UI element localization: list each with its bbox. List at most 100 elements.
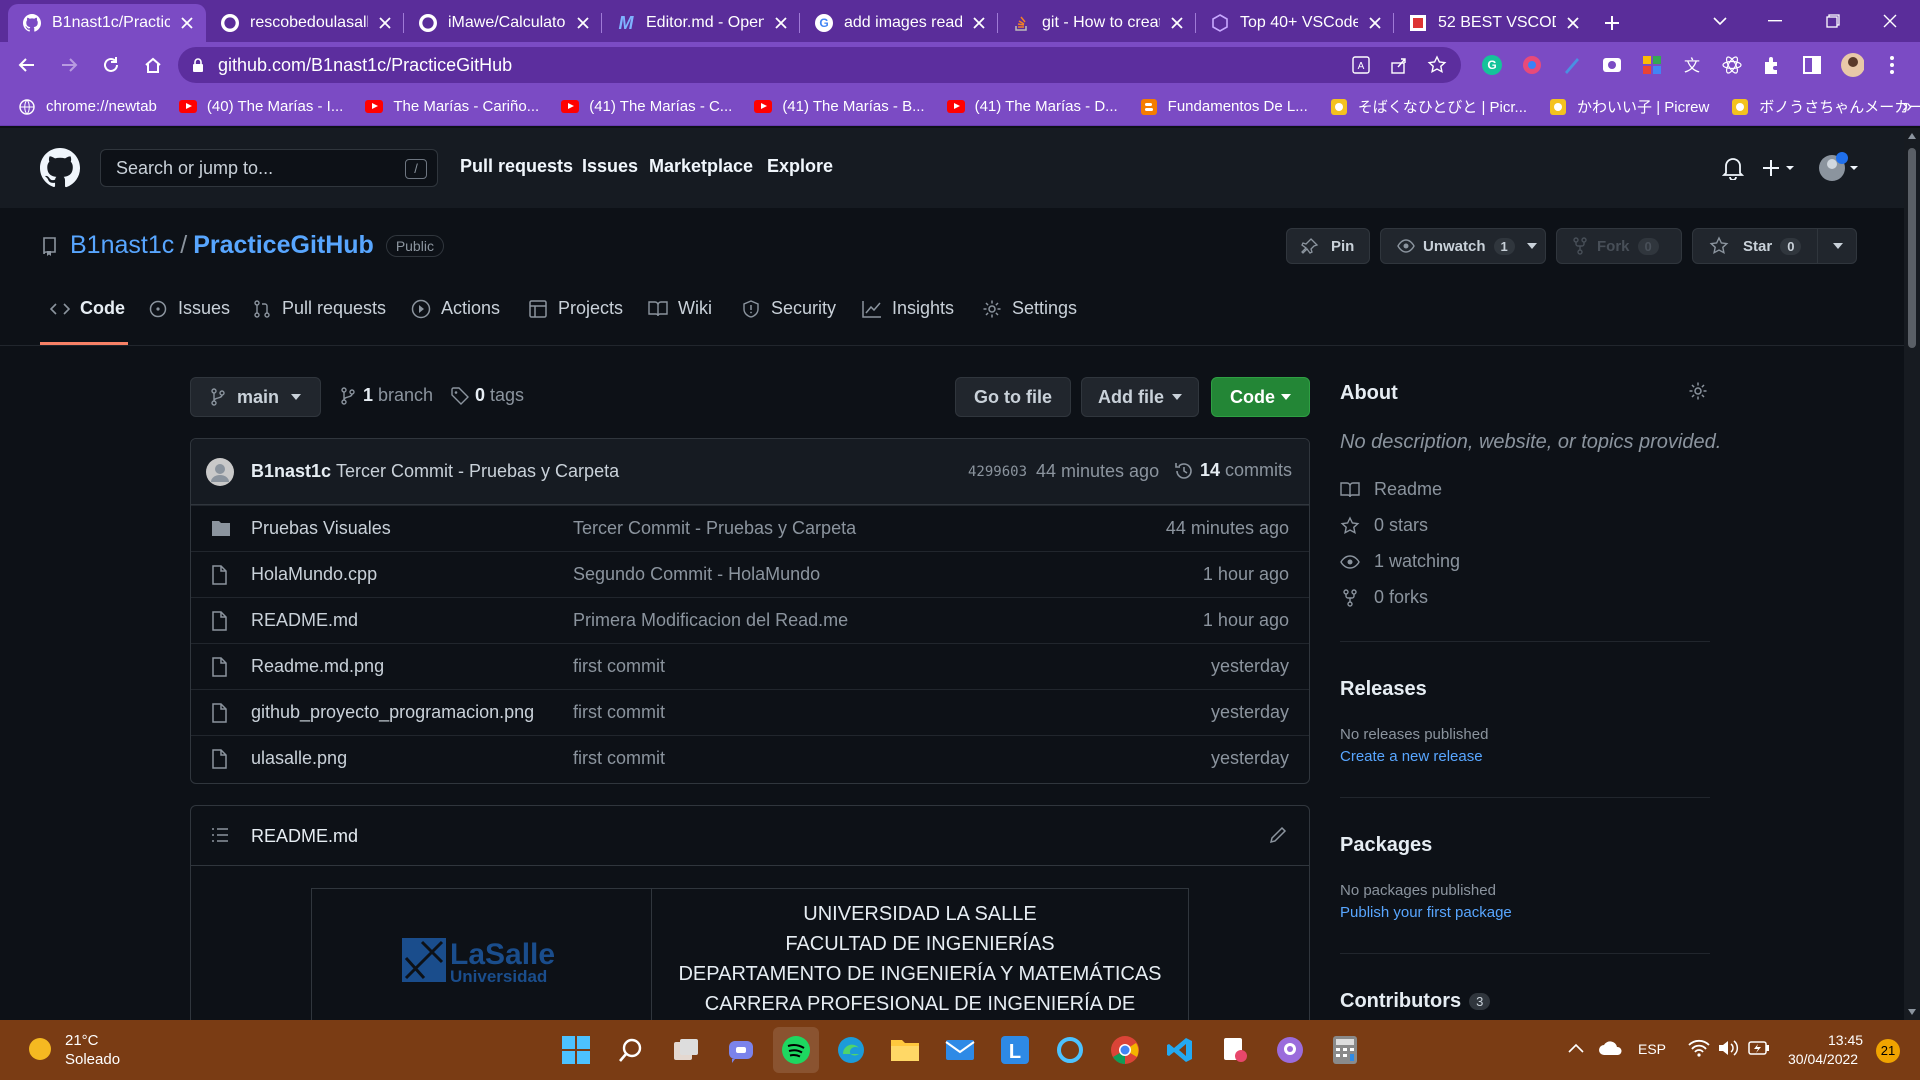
nav-explore[interactable]: Explore (767, 156, 833, 177)
publish-package-link[interactable]: Publish your first package (1340, 904, 1512, 921)
close-tab-icon[interactable] (970, 14, 988, 32)
close-tab-icon[interactable] (376, 14, 394, 32)
bookmark-item[interactable]: ボノうさちゃんメーカー... (1731, 96, 1920, 117)
stars-link[interactable]: 0 stars (1340, 515, 1428, 536)
bookmark-item[interactable]: (41) The Marías - C... (561, 98, 732, 116)
clock-time[interactable]: 13:45 (1828, 1032, 1863, 1048)
browser-tab[interactable]: 52 BEST VSCODE (1394, 4, 1592, 42)
file-row[interactable]: Readme.md.png first commit yesterday (191, 643, 1309, 689)
start-windows-icon[interactable] (556, 1030, 596, 1070)
releases-title[interactable]: Releases (1340, 678, 1427, 701)
weather-sun-icon[interactable] (28, 1037, 52, 1061)
browser-tab[interactable]: B1nast1c/PracticeGitHub (8, 4, 206, 42)
weather-temperature[interactable]: 21°C (65, 1032, 99, 1049)
extensions-puzzle-icon[interactable] (1760, 53, 1784, 77)
commit-sha[interactable]: 4299603 (968, 464, 1027, 480)
branches-link[interactable]: 1 branch (341, 385, 433, 406)
go-to-file-button[interactable]: Go to file (955, 377, 1071, 417)
bookmark-item[interactable]: The Marías - Cariño... (365, 98, 539, 116)
address-bar[interactable]: github.com/B1nast1c/PracticeGitHub A (178, 47, 1461, 83)
color-picker-icon[interactable] (1520, 53, 1544, 77)
scrollbar-thumb[interactable] (1908, 148, 1916, 348)
restore-icon[interactable] (1803, 0, 1863, 42)
file-commit-message[interactable]: Primera Modificacion del Read.me (573, 610, 848, 631)
side-panel-icon[interactable] (1800, 53, 1824, 77)
pen-icon[interactable] (1560, 53, 1584, 77)
branch-select-button[interactable]: main (190, 377, 321, 417)
close-tab-icon[interactable] (1564, 14, 1582, 32)
close-tab-icon[interactable] (178, 14, 196, 32)
file-commit-message[interactable]: Tercer Commit - Pruebas y Carpeta (573, 518, 856, 539)
pin-button[interactable]: Pin (1286, 228, 1370, 264)
create-new-icon[interactable] (1762, 158, 1798, 178)
scroll-down-arrow-icon[interactable] (1908, 1009, 1916, 1015)
watching-link[interactable]: 1 watching (1340, 551, 1460, 572)
tab-pull-requests[interactable]: Pull requests (252, 298, 386, 319)
readme-title[interactable]: README.md (251, 826, 358, 847)
screen-capture-icon[interactable] (1600, 53, 1624, 77)
tab-search-icon[interactable] (1690, 0, 1750, 42)
notification-count-badge[interactable]: 21 (1876, 1039, 1900, 1063)
task-view-icon[interactable] (666, 1030, 706, 1070)
commit-author[interactable]: B1nast1c (251, 461, 331, 482)
code-button[interactable]: Code (1211, 377, 1310, 417)
file-name[interactable]: HolaMundo.cpp (251, 564, 377, 585)
file-commit-message[interactable]: first commit (573, 702, 665, 723)
close-window-icon[interactable] (1860, 0, 1920, 42)
back-icon[interactable] (8, 46, 46, 84)
react-devtools-icon[interactable] (1720, 53, 1744, 77)
github-desktop-icon[interactable] (1270, 1030, 1310, 1070)
browser-tab[interactable]: Top 40+ VSCode (1196, 4, 1394, 42)
contributors-heading[interactable]: Contributors 3 (1340, 990, 1491, 1013)
bookmark-item[interactable]: そばくなひとびと | Picr... (1330, 96, 1527, 117)
github-logo-icon[interactable] (40, 148, 80, 188)
calculator-icon[interactable] (1325, 1030, 1365, 1070)
tab-wiki[interactable]: Wiki (648, 298, 712, 319)
bookmark-item[interactable]: Fundamentos De L... (1140, 98, 1308, 116)
repo-name-link[interactable]: PracticeGitHub (193, 231, 374, 260)
file-row[interactable]: ulasalle.png first commit yesterday (191, 735, 1309, 781)
translate-icon[interactable]: A (1351, 55, 1371, 75)
dictionary-icon[interactable]: 文 (1680, 53, 1704, 77)
file-name[interactable]: README.md (251, 610, 358, 631)
tab-actions[interactable]: Actions (411, 298, 500, 319)
letter-l-app-icon[interactable]: L (995, 1030, 1035, 1070)
close-tab-icon[interactable] (1168, 14, 1186, 32)
chrome-menu-icon[interactable] (1880, 53, 1904, 77)
weather-description[interactable]: Soleado (65, 1051, 120, 1068)
close-tab-icon[interactable] (772, 14, 790, 32)
battery-charging-icon[interactable] (1748, 1040, 1770, 1056)
commits-link[interactable]: 14 commits (1174, 460, 1292, 481)
file-row[interactable]: Pruebas Visuales Tercer Commit - Pruebas… (191, 505, 1309, 551)
unwatch-button[interactable]: Unwatch 1 (1380, 228, 1546, 264)
nav-pull-requests[interactable]: Pull requests (460, 156, 573, 177)
browser-tab[interactable]: iMawe/Calculator (404, 4, 602, 42)
close-tab-icon[interactable] (1366, 14, 1384, 32)
github-search-input[interactable]: Search or jump to... / (100, 149, 438, 187)
extension-grid-icon[interactable] (1640, 53, 1664, 77)
browser-tab[interactable]: G add images readme (800, 4, 998, 42)
minimize-icon[interactable] (1745, 0, 1805, 42)
file-name[interactable]: github_proyecto_programacion.png (251, 702, 534, 723)
new-tab-button[interactable] (1592, 4, 1632, 42)
about-settings-gear-icon[interactable] (1688, 381, 1708, 401)
file-name[interactable]: Pruebas Visuales (251, 518, 391, 539)
cortana-icon[interactable] (1050, 1030, 1090, 1070)
tab-issues[interactable]: Issues (148, 298, 230, 319)
teams-chat-icon[interactable] (721, 1030, 761, 1070)
tab-settings[interactable]: Settings (982, 298, 1077, 319)
profile-avatar[interactable] (1840, 53, 1864, 77)
home-icon[interactable] (134, 46, 172, 84)
bookmark-star-icon[interactable] (1427, 55, 1447, 75)
forks-link[interactable]: 0 forks (1340, 587, 1428, 608)
bookmark-item[interactable]: (40) The Marías - I... (178, 98, 343, 116)
file-name[interactable]: Readme.md.png (251, 656, 384, 677)
tab-projects[interactable]: Projects (528, 298, 623, 319)
grammarly-icon[interactable]: G (1480, 53, 1504, 77)
create-release-link[interactable]: Create a new release (1340, 748, 1483, 765)
bookmark-item[interactable]: (41) The Marías - B... (754, 98, 925, 116)
tray-overflow-chevron-icon[interactable] (1568, 1043, 1584, 1053)
url-text[interactable]: github.com/B1nast1c/PracticeGitHub (218, 55, 512, 76)
close-tab-icon[interactable] (574, 14, 592, 32)
snipping-tool-icon[interactable] (1215, 1030, 1255, 1070)
